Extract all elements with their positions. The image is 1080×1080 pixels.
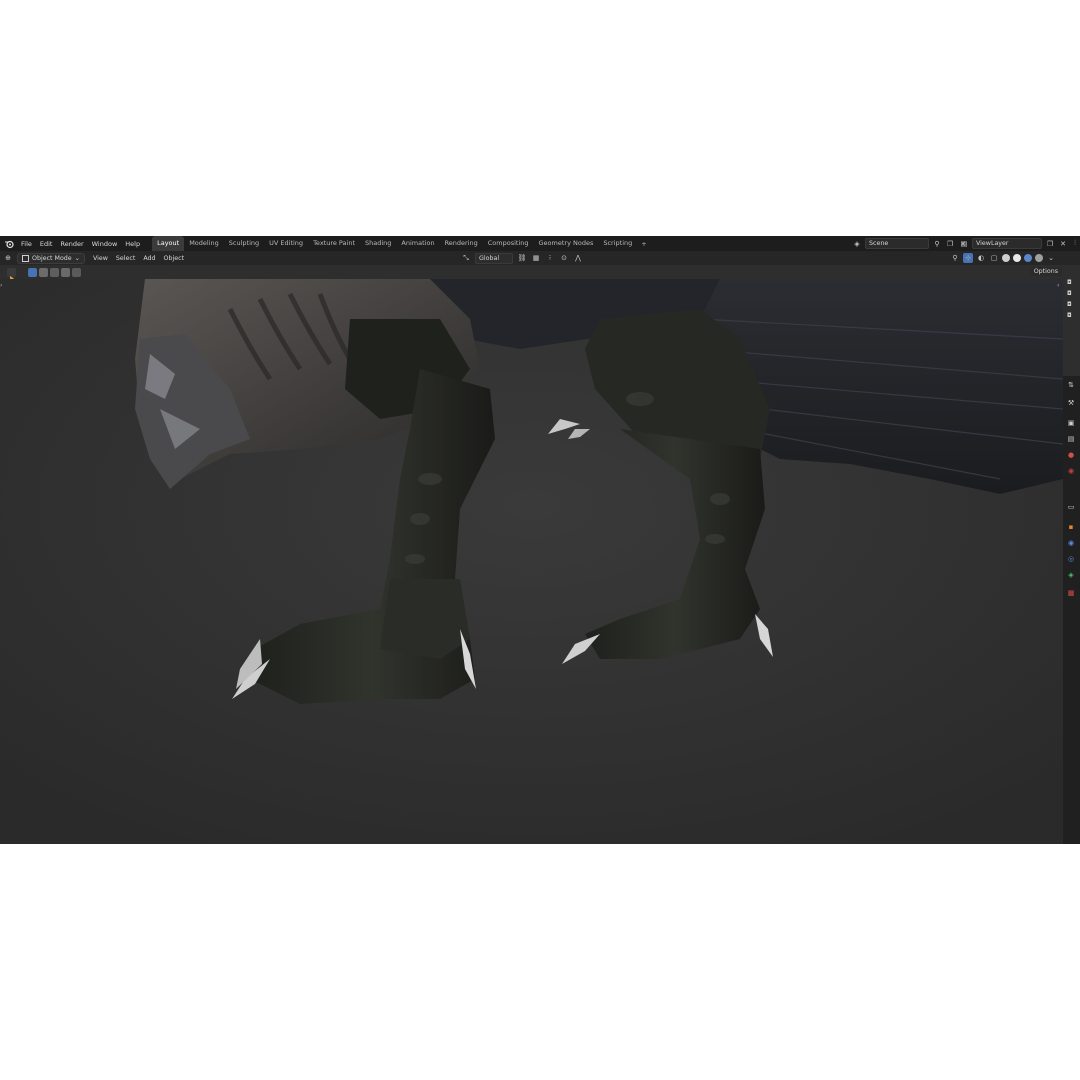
view-layer-field[interactable]: ViewLayer	[972, 238, 1042, 249]
scene-icon[interactable]: ◈	[852, 239, 862, 249]
texture-icon[interactable]: ▩	[1066, 588, 1076, 598]
object-menu[interactable]: Object	[160, 255, 189, 262]
tab-compositing[interactable]: Compositing	[483, 236, 534, 251]
view-layer-selector: ▤ ViewLayer ❐ ✕	[959, 238, 1068, 249]
viewport-shading-tools: ⚲ ⊹ ◐ ▢ ⌄	[950, 253, 1056, 263]
select-invert-icon[interactable]	[61, 267, 70, 277]
orientation-icon[interactable]: ⤡	[461, 253, 471, 263]
object-mode-icon	[22, 254, 29, 262]
mode-dropdown[interactable]: Object Mode ⌄	[17, 252, 85, 264]
select-box-icon[interactable]	[28, 267, 37, 277]
pivot-icon[interactable]: ⛓	[517, 253, 527, 263]
select-extend-icon[interactable]	[39, 267, 48, 277]
menu-file[interactable]: File	[17, 240, 36, 248]
render-icon[interactable]: ▣	[1066, 418, 1076, 428]
gizmo-icon[interactable]: ⊹	[963, 253, 973, 263]
menu-edit[interactable]: Edit	[36, 240, 57, 248]
blender-logo-icon[interactable]	[3, 238, 14, 249]
select-subtract-icon[interactable]	[50, 267, 59, 277]
pin-icon[interactable]: ⚲	[932, 239, 942, 249]
modifier-icon[interactable]: ◉	[1066, 538, 1076, 548]
play-icon[interactable]	[7, 267, 16, 281]
rendered-shading-icon[interactable]	[1035, 254, 1043, 262]
tab-scripting[interactable]: Scripting	[598, 236, 637, 251]
falloff-icon[interactable]: ⋀	[573, 253, 583, 263]
properties-tabs: ⇅ ⚒ ▣ ▤ ● ◉ ▭ ▪ ◉ ◎ ◈ ▩	[1063, 376, 1080, 844]
view-layer-icon[interactable]: ▤	[959, 239, 969, 249]
wireframe-shading-icon[interactable]	[1002, 254, 1010, 262]
camera-icon[interactable]: ◘	[1067, 279, 1075, 286]
viewport-toolbar-row: Options	[0, 265, 1080, 281]
transform-orientation-dropdown[interactable]: Global	[475, 252, 513, 264]
new-view-layer-icon[interactable]: ❐	[1045, 239, 1055, 249]
sidebar-expand-icon[interactable]: ‹	[1057, 282, 1059, 289]
snap-target-icon[interactable]: ⁝	[545, 253, 555, 263]
tab-uv-editing[interactable]: UV Editing	[264, 236, 308, 251]
physics-icon[interactable]: ◎	[1066, 554, 1076, 564]
data-icon[interactable]: ◈	[1066, 570, 1076, 580]
tab-animation[interactable]: Animation	[396, 236, 439, 251]
scene-field[interactable]: Scene	[865, 238, 929, 249]
tab-modeling[interactable]: Modeling	[184, 236, 224, 251]
view-menu[interactable]: View	[89, 255, 112, 262]
add-workspace-button[interactable]: +	[637, 240, 650, 248]
visibility-icon[interactable]: ⚲	[950, 253, 960, 263]
snap-icon[interactable]: ▦	[531, 253, 541, 263]
dragon-model-render	[0, 279, 1063, 844]
material-shading-icon[interactable]	[1024, 254, 1032, 262]
workspace-tabs: Layout Modeling Sculpting UV Editing Tex…	[152, 236, 651, 251]
tab-layout[interactable]: Layout	[152, 236, 185, 251]
select-intersect-icon[interactable]	[72, 267, 81, 277]
tab-rendering[interactable]: Rendering	[440, 236, 483, 251]
editor-type-icon[interactable]: ⊕	[3, 253, 13, 263]
scene-selector: ◈ Scene ⚲ ❐ ✕	[852, 238, 968, 249]
solid-shading-icon[interactable]	[1013, 254, 1021, 262]
collection-icon[interactable]: ▭	[1066, 502, 1076, 512]
tab-shading[interactable]: Shading	[360, 236, 396, 251]
proportional-edit-icon[interactable]: ⊙	[559, 253, 569, 263]
new-scene-icon[interactable]: ❐	[945, 239, 955, 249]
chevron-down-icon[interactable]: ⌄	[1046, 253, 1056, 263]
chevron-down-icon: ⌄	[74, 254, 80, 262]
scene-icon[interactable]: ●	[1066, 450, 1076, 460]
add-menu[interactable]: Add	[139, 255, 159, 262]
output-icon[interactable]: ▤	[1066, 434, 1076, 444]
3d-viewport[interactable]: › ‹	[0, 279, 1063, 844]
menu-help[interactable]: Help	[121, 240, 144, 248]
world-icon[interactable]: ◉	[1066, 466, 1076, 476]
tab-sculpting[interactable]: Sculpting	[224, 236, 264, 251]
viewport-header: ⊕ Object Mode ⌄ View Select Add Object ⤡…	[0, 251, 1080, 265]
camera-icon[interactable]: ◘	[1067, 290, 1075, 297]
camera-icon[interactable]: ◘	[1067, 312, 1075, 319]
menu-render[interactable]: Render	[56, 240, 87, 248]
active-tool-icon[interactable]: ⚒	[1066, 398, 1076, 408]
select-menu[interactable]: Select	[112, 255, 139, 262]
blender-window: File Edit Render Window Help Layout Mode…	[0, 236, 1080, 844]
toolbar-expand-icon[interactable]: ›	[0, 282, 2, 289]
overlay-icon[interactable]: ◐	[976, 253, 986, 263]
xray-icon[interactable]: ▢	[989, 253, 999, 263]
camera-icon[interactable]: ◘	[1067, 301, 1075, 308]
object-icon[interactable]: ▪	[1066, 522, 1076, 532]
tab-geometry-nodes[interactable]: Geometry Nodes	[534, 236, 599, 251]
menu-window[interactable]: Window	[88, 240, 122, 248]
transform-tools: ⤡ Global ⛓ ▦ ⁝ ⊙ ⋀	[461, 252, 583, 264]
options-button[interactable]: Options	[1029, 267, 1062, 276]
tab-texture-paint[interactable]: Texture Paint	[308, 236, 360, 251]
tool-icon[interactable]: ⇅	[1066, 380, 1076, 390]
close-icon[interactable]: ✕	[1058, 239, 1068, 249]
window-split-icon[interactable]: ⫶	[1070, 238, 1080, 248]
mode-label: Object Mode	[32, 254, 72, 262]
top-menu-bar: File Edit Render Window Help Layout Mode…	[0, 236, 1080, 251]
